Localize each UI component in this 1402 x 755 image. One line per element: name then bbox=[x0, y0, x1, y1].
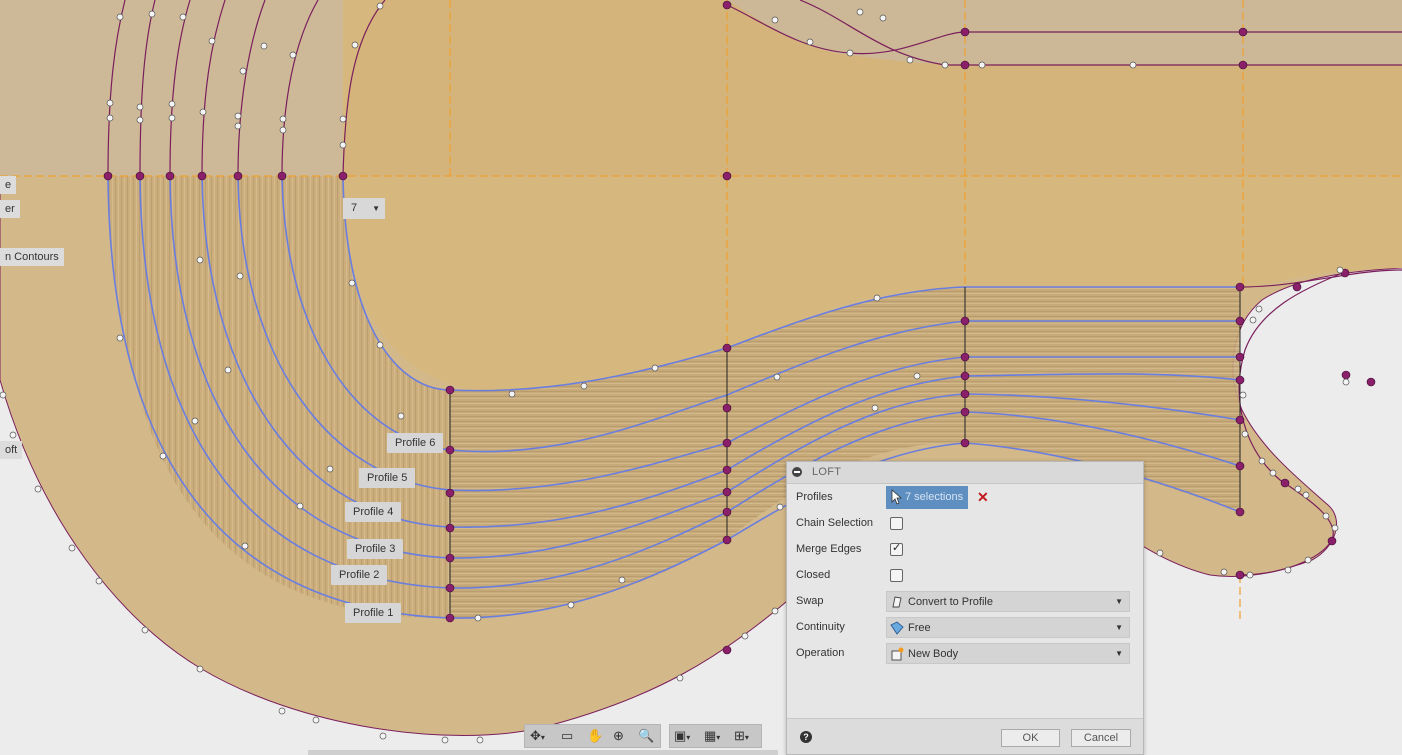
upper-left-panel bbox=[0, 0, 343, 176]
nav-group: ✥▾ ▭ ✋ ⊕ 🔍 bbox=[524, 724, 661, 748]
side-panel-tag[interactable]: e bbox=[0, 176, 17, 194]
closed-label: Closed bbox=[796, 569, 831, 581]
continuity-value: Free bbox=[908, 622, 931, 634]
continuity-select[interactable]: Free ▼ bbox=[886, 617, 1130, 638]
collapse-icon[interactable] bbox=[792, 467, 802, 477]
continuity-free-icon bbox=[890, 621, 904, 635]
profiles-row: Profiles 7 selections ✕ bbox=[787, 486, 1143, 510]
cancel-button[interactable]: Cancel bbox=[1071, 729, 1131, 747]
loft-dialog: LOFT Profiles 7 selections ✕ Chain Selec… bbox=[786, 461, 1144, 755]
operation-select[interactable]: New Body ▼ bbox=[886, 643, 1130, 664]
chevron-down-icon: ▼ bbox=[1115, 623, 1123, 632]
profile-count-dropdown[interactable]: 7 ▼ bbox=[343, 198, 385, 219]
profile-label[interactable]: Profile 2 bbox=[331, 565, 388, 585]
loft-dialog-header[interactable]: LOFT bbox=[787, 462, 1143, 484]
fit-icon[interactable]: 🔍 bbox=[638, 728, 654, 744]
profile-label[interactable]: Profile 3 bbox=[347, 539, 404, 559]
chevron-down-icon: ▼ bbox=[372, 204, 380, 213]
navigation-toolbar: ✥▾ ▭ ✋ ⊕ 🔍 ▣▾ ▦▾ ⊞▾ bbox=[524, 724, 762, 750]
merge-edges-row: Merge Edges bbox=[787, 538, 1143, 562]
chevron-down-icon: ▼ bbox=[1115, 597, 1123, 606]
orbit-icon[interactable]: ✥▾ bbox=[530, 728, 545, 744]
side-panel-tag[interactable]: oft bbox=[0, 441, 23, 459]
closed-row: Closed bbox=[787, 564, 1143, 588]
chevron-down-icon: ▼ bbox=[1115, 649, 1123, 658]
clear-selection-icon[interactable]: ✕ bbox=[977, 489, 989, 506]
profile-label[interactable]: Profile 5 bbox=[359, 468, 416, 488]
swap-label: Swap bbox=[796, 595, 824, 607]
chain-selection-checkbox[interactable] bbox=[890, 517, 903, 530]
look-at-icon[interactable]: ▭ bbox=[561, 728, 573, 744]
swap-select[interactable]: Convert to Profile ▼ bbox=[886, 591, 1130, 612]
loft-dialog-footer: ? OK Cancel bbox=[787, 718, 1143, 754]
closed-checkbox[interactable] bbox=[890, 569, 903, 582]
profile-label[interactable]: Profile 4 bbox=[345, 502, 402, 522]
horizontal-scrollbar[interactable] bbox=[308, 750, 778, 755]
continuity-row: Continuity Free ▼ bbox=[787, 616, 1143, 640]
loft-dialog-title: LOFT bbox=[812, 466, 842, 478]
design-canvas[interactable] bbox=[0, 0, 1402, 755]
side-panel-tag[interactable]: er bbox=[0, 200, 20, 218]
profile-label[interactable]: Profile 1 bbox=[345, 603, 402, 623]
new-body-icon bbox=[891, 647, 904, 661]
zoom-icon[interactable]: ⊕ bbox=[613, 728, 624, 744]
profiles-selection-button[interactable]: 7 selections bbox=[886, 486, 968, 509]
profiles-label: Profiles bbox=[796, 491, 833, 503]
operation-label: Operation bbox=[796, 647, 845, 659]
side-panel-tag[interactable]: n Contours bbox=[0, 248, 64, 266]
swap-row: Swap Convert to Profile ▼ bbox=[787, 590, 1143, 614]
swap-value: Convert to Profile bbox=[908, 596, 993, 608]
merge-edges-label: Merge Edges bbox=[796, 543, 862, 555]
profiles-selection-count: 7 selections bbox=[905, 491, 964, 503]
ok-button[interactable]: OK bbox=[1001, 729, 1060, 747]
chain-selection-row: Chain Selection bbox=[787, 512, 1143, 536]
convert-profile-icon bbox=[892, 596, 902, 608]
operation-value: New Body bbox=[908, 648, 959, 660]
chain-selection-label: Chain Selection bbox=[796, 517, 874, 529]
continuity-label: Continuity bbox=[796, 621, 845, 633]
profile-count-value: 7 bbox=[351, 202, 358, 214]
grid-settings-icon[interactable]: ▦▾ bbox=[704, 728, 720, 744]
profile-label[interactable]: Profile 6 bbox=[387, 433, 444, 453]
help-icon[interactable]: ? bbox=[800, 731, 812, 743]
merge-edges-checkbox[interactable] bbox=[890, 541, 903, 556]
viewports-icon[interactable]: ⊞▾ bbox=[734, 728, 749, 744]
pan-icon[interactable]: ✋ bbox=[587, 728, 603, 744]
display-settings-icon[interactable]: ▣▾ bbox=[674, 728, 690, 744]
display-group: ▣▾ ▦▾ ⊞▾ bbox=[669, 724, 762, 748]
operation-row: Operation New Body ▼ bbox=[787, 642, 1143, 666]
cursor-arrow-icon bbox=[891, 489, 903, 505]
